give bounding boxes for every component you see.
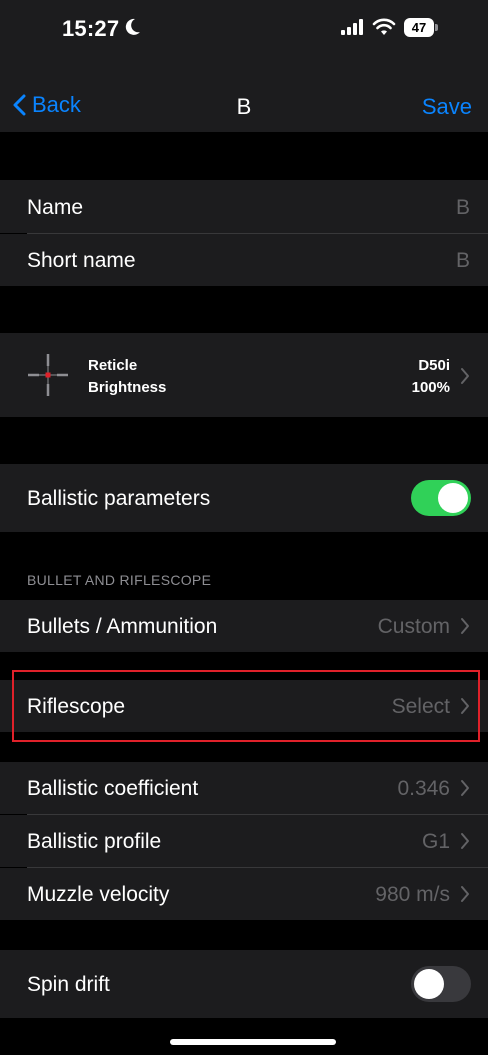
chevron-right-icon [461, 618, 469, 634]
bullets-ammunition-label: Bullets / Ammunition [27, 615, 218, 638]
status-bar: 15:27 47 [0, 0, 488, 50]
short-name-label: Short name [27, 249, 136, 272]
ballistic-parameters-toggle[interactable] [411, 480, 471, 516]
ballistic-parameters-row: Ballistic parameters [0, 464, 488, 532]
ballistic-profile-value: G1 [421, 830, 450, 853]
battery-icon: 47 [404, 18, 440, 37]
brightness-value: 100% [411, 379, 450, 396]
signal-icon [341, 19, 363, 35]
name-row[interactable]: Name B [0, 180, 488, 233]
bullets-ammunition-value: Custom [377, 615, 450, 638]
save-button[interactable]: Save [422, 94, 472, 120]
short-name-row[interactable]: Short name B [0, 234, 488, 286]
section-header: BULLET AND RIFLESCOPE [27, 572, 212, 588]
ballistic-coefficient-row[interactable]: Ballistic coefficient 0.346 [0, 762, 488, 814]
muzzle-velocity-label: Muzzle velocity [27, 883, 170, 906]
chevron-right-icon [461, 368, 469, 384]
spin-drift-row: Spin drift [0, 950, 488, 1018]
spin-drift-label: Spin drift [27, 973, 110, 996]
reticle-row[interactable]: Reticle Brightness D50i 100% [0, 333, 488, 417]
navigation-bar: Back B Save [0, 50, 488, 132]
wifi-icon [372, 18, 396, 35]
spin-drift-toggle[interactable] [411, 966, 471, 1002]
moon-icon [125, 18, 140, 35]
chevron-right-icon [461, 833, 469, 849]
riflescope-highlight-box [12, 670, 480, 742]
ballistic-parameters-label: Ballistic parameters [27, 487, 211, 510]
short-name-value[interactable]: B [456, 249, 470, 273]
reticle-crosshair-icon [28, 354, 68, 396]
toggle-knob [438, 483, 468, 513]
bullets-ammunition-row[interactable]: Bullets / Ammunition Custom [0, 600, 488, 652]
reticle-label: Reticle [88, 357, 138, 374]
muzzle-velocity-row[interactable]: Muzzle velocity 980 m/s [0, 868, 488, 920]
chevron-right-icon [461, 780, 469, 796]
reticle-value: D50i [418, 357, 450, 374]
chevron-right-icon [461, 886, 469, 902]
ballistic-profile-row[interactable]: Ballistic profile G1 [0, 815, 488, 867]
status-time: 15:27 [62, 16, 120, 41]
brightness-label: Brightness [88, 379, 167, 396]
home-indicator [170, 1039, 336, 1045]
page-title: B [236, 94, 252, 119]
ballistic-coefficient-value: 0.346 [397, 777, 450, 800]
name-value[interactable]: B [456, 196, 470, 220]
muzzle-velocity-value: 980 m/s [375, 883, 450, 906]
name-label: Name [27, 196, 84, 219]
battery-nub [435, 24, 438, 31]
toggle-knob [414, 969, 444, 999]
ballistic-coefficient-label: Ballistic coefficient [27, 777, 199, 800]
battery-level: 47 [404, 18, 434, 37]
ballistic-profile-label: Ballistic profile [27, 830, 162, 853]
